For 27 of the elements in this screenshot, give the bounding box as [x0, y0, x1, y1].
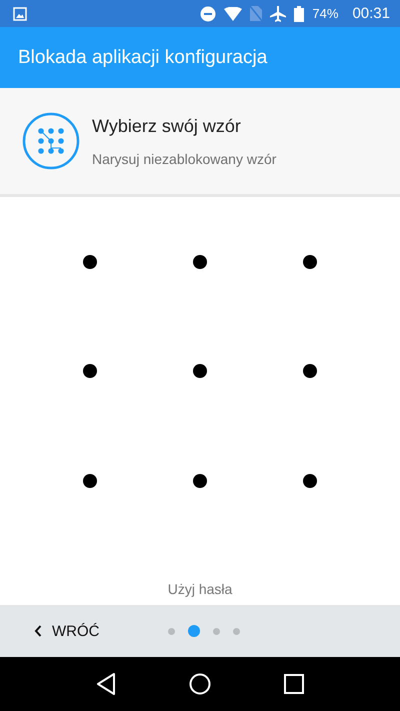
back-button[interactable]: WRÓĆ — [30, 618, 104, 644]
pattern-dot[interactable] — [193, 364, 207, 378]
wifi-icon — [224, 6, 242, 20]
pattern-dot[interactable] — [303, 474, 317, 488]
pattern-lock-icon — [22, 112, 80, 170]
home-icon[interactable] — [188, 673, 211, 695]
header-subtitle: Narysuj niezablokowany wzór — [92, 150, 276, 166]
pattern-dot[interactable] — [193, 254, 207, 268]
pattern-dot[interactable] — [303, 254, 317, 268]
header-title: Wybierz swój wzór — [92, 116, 242, 136]
clock-time: 00:31 — [352, 5, 390, 22]
pattern-dot[interactable] — [83, 364, 97, 378]
pattern-dot[interactable] — [303, 364, 317, 378]
recent-apps-icon[interactable] — [284, 674, 304, 694]
image-icon — [13, 6, 27, 20]
chevron-left-icon — [34, 625, 42, 637]
do-not-disturb-icon — [200, 6, 216, 22]
airplane-icon — [270, 6, 286, 22]
no-sim-icon — [250, 6, 262, 21]
pattern-dot[interactable] — [83, 474, 97, 488]
battery-icon — [294, 6, 304, 22]
pattern-dot[interactable] — [83, 254, 97, 268]
pattern-dot[interactable] — [193, 474, 207, 488]
use-password-link[interactable]: Użyj hasła — [164, 577, 236, 601]
back-icon[interactable] — [96, 673, 116, 695]
app-title: Blokada aplikacji konfiguracja — [18, 46, 268, 68]
battery-percent: 74% — [312, 6, 338, 21]
